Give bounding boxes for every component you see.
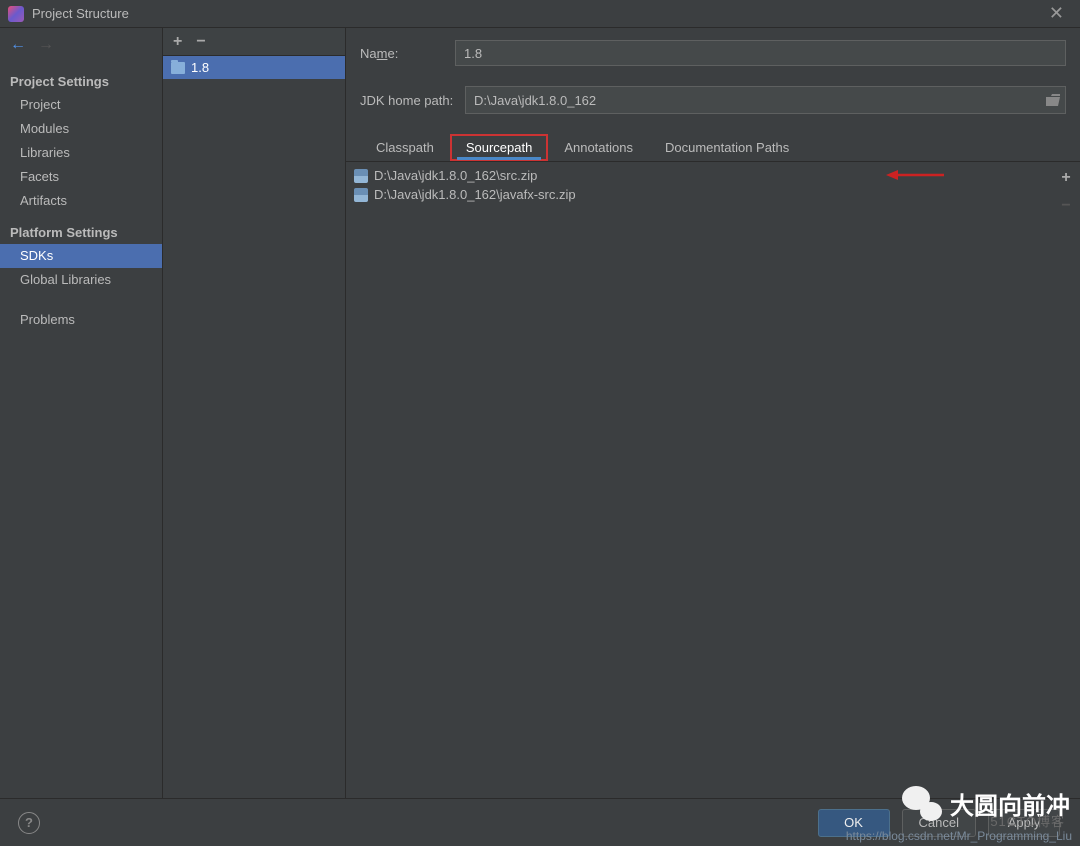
add-sdk-button[interactable]: + — [173, 33, 182, 51]
tab-sourcepath[interactable]: Sourcepath — [450, 134, 549, 161]
apply-button[interactable]: Apply — [988, 809, 1060, 837]
sdk-name-input[interactable] — [455, 40, 1066, 66]
dialog-buttons: ? OK Cancel Apply — [0, 798, 1080, 846]
tab-documentation-paths[interactable]: Documentation Paths — [649, 134, 805, 161]
cancel-button[interactable]: Cancel — [902, 809, 976, 837]
right-panel: Name: JDK home path: Classpath Sourcepat… — [346, 28, 1080, 798]
section-project-settings: Project Settings — [0, 68, 162, 93]
close-icon[interactable]: ✕ — [1041, 3, 1072, 24]
browse-folder-icon[interactable] — [1041, 87, 1065, 113]
sidebar-item-artifacts[interactable]: Artifacts — [0, 189, 162, 213]
add-path-button[interactable]: + — [1056, 168, 1076, 188]
archive-icon — [354, 169, 368, 183]
remove-path-button: − — [1056, 196, 1076, 216]
tabs: Classpath Sourcepath Annotations Documen… — [346, 124, 1080, 162]
forward-arrow-icon: → — [38, 36, 54, 54]
sdk-list-panel: + − 1.8 — [163, 28, 346, 798]
sidebar-item-libraries[interactable]: Libraries — [0, 141, 162, 165]
archive-icon — [354, 188, 368, 202]
sdk-item-label: 1.8 — [191, 60, 209, 75]
sidebar-item-project[interactable]: Project — [0, 93, 162, 117]
folder-icon — [171, 62, 185, 74]
sidebar-item-modules[interactable]: Modules — [0, 117, 162, 141]
sourcepath-text: D:\Java\jdk1.8.0_162\javafx-src.zip — [374, 187, 576, 202]
remove-sdk-button[interactable]: − — [196, 33, 205, 51]
sdk-list-item[interactable]: 1.8 — [163, 56, 345, 79]
sidebar-item-problems[interactable]: Problems — [0, 308, 162, 332]
section-platform-settings: Platform Settings — [0, 219, 162, 244]
window-title: Project Structure — [32, 6, 1041, 21]
tab-classpath[interactable]: Classpath — [360, 134, 450, 161]
sourcepath-text: D:\Java\jdk1.8.0_162\src.zip — [374, 168, 537, 183]
back-arrow-icon[interactable]: ← — [10, 36, 26, 54]
tab-annotations[interactable]: Annotations — [548, 134, 649, 161]
sidebar-item-sdks[interactable]: SDKs — [0, 244, 162, 268]
ok-button[interactable]: OK — [818, 809, 890, 837]
jdk-path-label: JDK home path: — [360, 93, 465, 108]
sourcepath-item[interactable]: D:\Java\jdk1.8.0_162\src.zip — [346, 166, 1056, 185]
jdk-path-input[interactable] — [466, 87, 1041, 113]
name-label: Name: — [360, 46, 455, 61]
sourcepath-list: D:\Java\jdk1.8.0_162\src.zip D:\Java\jdk… — [346, 162, 1056, 798]
help-button[interactable]: ? — [18, 812, 40, 834]
app-icon — [8, 6, 24, 22]
sidebar-item-global-libraries[interactable]: Global Libraries — [0, 268, 162, 292]
sidebar-item-facets[interactable]: Facets — [0, 165, 162, 189]
title-bar: Project Structure ✕ — [0, 0, 1080, 28]
sourcepath-item[interactable]: D:\Java\jdk1.8.0_162\javafx-src.zip — [346, 185, 1056, 204]
left-sidebar: ← → Project Settings Project Modules Lib… — [0, 28, 163, 798]
